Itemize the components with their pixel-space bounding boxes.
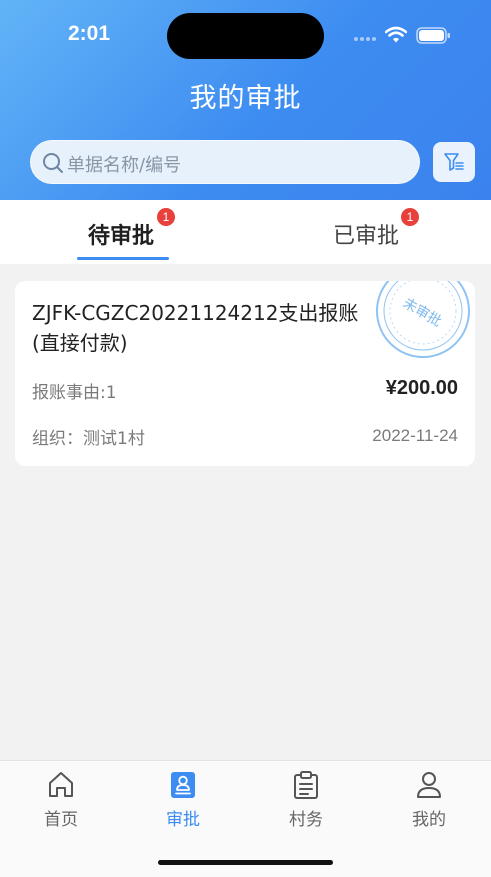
profile-icon <box>417 772 441 798</box>
tabbar-item-home[interactable]: 首页 <box>0 761 122 841</box>
approval-card[interactable]: ZJFK-CGZC20221124212支出报账(直接付款) 未审批 报账事由:… <box>15 281 475 466</box>
status-time: 2:01 <box>68 22 111 45</box>
active-tab-indicator <box>77 257 169 260</box>
record-org: 组织：测试1村 <box>32 429 145 449</box>
tab-label: 已审批 <box>333 224 400 249</box>
tabbar-item-profile[interactable]: 我的 <box>368 761 490 841</box>
tab-label: 待审批 <box>88 224 155 249</box>
home-icon <box>49 772 73 797</box>
search-icon <box>43 153 63 173</box>
tab-badge: 1 <box>401 208 419 226</box>
record-date: 2022-11-24 <box>372 426 458 445</box>
tabbar-label: 首页 <box>44 810 78 830</box>
tabbar-label: 我的 <box>412 810 446 830</box>
unapproved-stamp: 未审批 <box>376 281 470 358</box>
record-amount: ¥200.00 <box>385 377 458 399</box>
page-title: 我的审批 <box>189 83 302 114</box>
record-title: ZJFK-CGZC20221124212支出报账(直接付款) <box>32 301 359 355</box>
signal-icon <box>354 37 376 43</box>
search-input[interactable]: 单据名称/编号 <box>30 140 420 184</box>
approval-icon <box>171 772 195 798</box>
clipboard-icon <box>294 771 318 799</box>
tabbar-item-village-affairs[interactable]: 村务 <box>245 761 367 841</box>
search-placeholder: 单据名称/编号 <box>67 155 182 176</box>
record-reason: 报账事由:1 <box>32 383 117 403</box>
tabbar-item-approval[interactable]: 审批 <box>122 761 244 841</box>
battery-icon <box>416 27 450 44</box>
tab-approved[interactable]: 已审批 1 <box>305 200 435 264</box>
approval-tabs: 待审批 1 已审批 1 <box>0 200 491 264</box>
home-indicator <box>158 860 333 865</box>
tabbar-label: 村务 <box>289 810 323 830</box>
stamp-text: 未审批 <box>400 295 444 330</box>
tab-pending[interactable]: 待审批 1 <box>60 200 190 264</box>
tabbar-label: 审批 <box>166 810 200 830</box>
wifi-icon <box>385 26 407 43</box>
header: 2:01 我的审批 单据名称/编号 <box>0 0 491 200</box>
tab-badge: 1 <box>157 208 175 226</box>
filter-button[interactable] <box>433 142 475 182</box>
filter-icon <box>444 153 464 171</box>
camera-notch <box>167 13 324 59</box>
